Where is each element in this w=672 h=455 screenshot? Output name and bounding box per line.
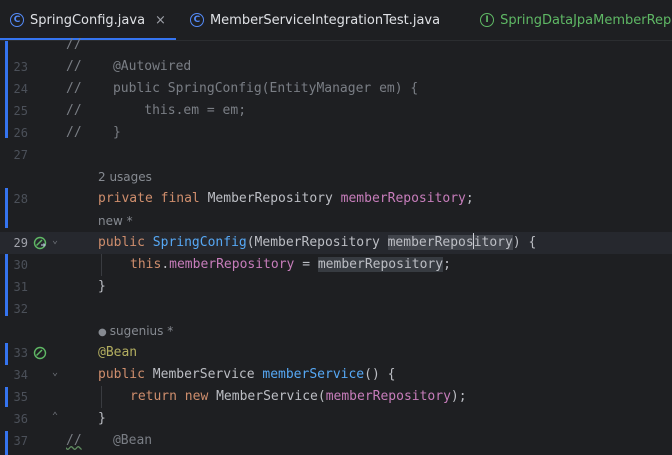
author-hint[interactable]: new * (98, 210, 133, 232)
line-number: 26 (13, 126, 28, 140)
inlay-hint-line: ● sugenius * (0, 320, 672, 342)
interface-icon: I (480, 13, 495, 27)
code-text: @Bean (98, 345, 138, 360)
line-number: 23 (13, 60, 28, 74)
code-line: 25 // this.em = em; (0, 100, 672, 122)
indent-guide (101, 254, 102, 276)
bean-gutter-icon[interactable] (33, 236, 47, 250)
line-number: 29 (13, 236, 28, 250)
code-line: 37 // @Bean (0, 430, 672, 452)
code-line: 27 (0, 144, 672, 166)
line-number: 37 (13, 434, 28, 448)
comment-marker: // (66, 37, 82, 52)
code-text: public SpringConfig(MemberRepository mem… (98, 233, 537, 250)
bean-gutter-icon[interactable] (33, 346, 47, 360)
code-text: // @Bean (66, 433, 153, 448)
code-text: // public SpringConfig(EntityManager em)… (66, 81, 419, 96)
line-number: 32 (13, 302, 28, 316)
code-editor[interactable]: // 23 // @Autowired 24 // public SpringC… (0, 37, 672, 455)
code-line: 34 ⌄ public MemberService memberService(… (0, 364, 672, 386)
code-text: return new MemberService(memberRepositor… (130, 389, 467, 404)
author-hint[interactable]: ● sugenius * (98, 320, 173, 344)
code-line: 33 @Bean (0, 342, 672, 364)
line-number: 27 (13, 148, 28, 162)
code-text: public MemberService memberService() { (98, 367, 396, 382)
code-text: this.memberRepository = memberRepository… (130, 257, 451, 272)
code-line: 23 // @Autowired (0, 56, 672, 78)
line-number: 28 (13, 192, 28, 206)
code-line: 31 } (0, 276, 672, 298)
inlay-hint-line: new * (0, 210, 672, 232)
line-number: 33 (13, 346, 28, 360)
tab-label: SpringConfig.java (30, 12, 146, 28)
line-number: 36 (13, 412, 28, 426)
user-icon: ● (98, 327, 107, 338)
line-number: 25 (13, 104, 28, 118)
line-number: 34 (13, 368, 28, 382)
usages-hint[interactable]: 2 usages (98, 166, 152, 188)
line-number: 35 (13, 390, 28, 404)
tab-label: MemberServiceIntegrationTest.java (209, 12, 441, 28)
code-text: } (98, 411, 106, 426)
code-text: // this.em = em; (66, 103, 247, 118)
fold-icon[interactable]: ⌄ (52, 367, 58, 378)
code-line: 28 private final MemberRepository member… (0, 188, 672, 210)
code-line: // (0, 34, 672, 56)
line-number: 24 (13, 82, 28, 96)
line-number: 30 (13, 258, 28, 272)
indent-guide (101, 386, 102, 408)
code-text: private final MemberRepository memberRep… (98, 191, 474, 206)
code-text: // @Autowired (66, 59, 192, 74)
code-line: 36 ⌃ } (0, 408, 672, 430)
code-line: 32 (0, 298, 672, 320)
class-icon: C (10, 13, 24, 27)
code-line: 26 // } (0, 122, 672, 144)
fold-icon[interactable]: ⌄ (52, 235, 58, 246)
close-icon[interactable]: × (155, 13, 166, 28)
code-line-current: 29 ⌄ public SpringConfig(MemberRepositor… (0, 232, 672, 254)
line-number: 31 (13, 280, 28, 294)
class-icon: C (189, 13, 204, 27)
inlay-hint-line: 2 usages (0, 166, 672, 188)
code-text: } (98, 279, 106, 294)
code-text: // } (66, 125, 121, 140)
fold-icon[interactable]: ⌃ (52, 411, 58, 422)
tab-label: SpringDataJpaMemberReposi (500, 12, 672, 28)
code-line: 24 // public SpringConfig(EntityManager … (0, 78, 672, 100)
